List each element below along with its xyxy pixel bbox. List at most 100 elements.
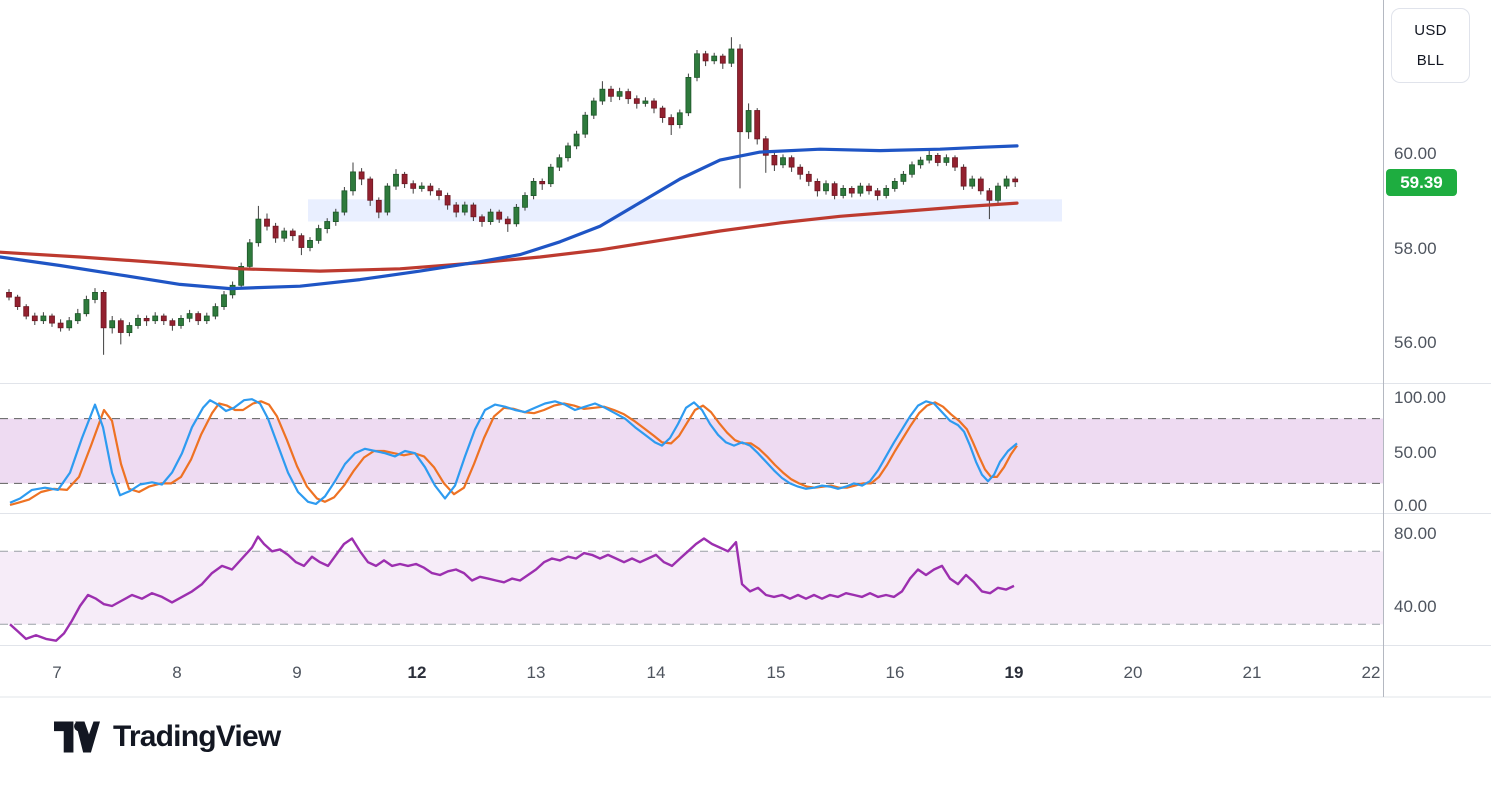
candle-up (591, 101, 596, 115)
candle-up (892, 181, 897, 188)
candle-up (385, 186, 390, 212)
candle-up (858, 186, 863, 193)
candle-up (84, 300, 89, 314)
tradingview-logo-icon (54, 721, 100, 753)
candle-down (953, 158, 958, 167)
time-axis-label: 15 (767, 663, 786, 682)
candle-up (884, 188, 889, 195)
candle-up (712, 56, 717, 61)
candle-down (849, 188, 854, 193)
candle-up (93, 292, 98, 299)
candle-down (196, 314, 201, 321)
candle-down (290, 231, 295, 236)
time-axis-label: 7 (52, 663, 61, 682)
candle-up (643, 101, 648, 103)
stoch-axis-label: 50.00 (1394, 443, 1437, 462)
candle-down (738, 49, 743, 132)
candle-up (308, 240, 313, 247)
candle-down (832, 184, 837, 196)
tradingview-chart-screenshot: 60.00 58.00 56.00 100.00 50.00 0.00 80.00 40.00… (0, 0, 1491, 785)
candle-down (265, 219, 270, 226)
tradingview-logo[interactable]: TradingView (54, 720, 280, 754)
candle-up (746, 111, 751, 132)
candle-down (987, 191, 992, 201)
candle-up (325, 222, 330, 229)
candle-down (505, 219, 510, 224)
candle-down (161, 316, 166, 321)
candle-up (531, 181, 536, 195)
candle-down (815, 181, 820, 190)
candle-down (497, 212, 502, 219)
candle-up (187, 314, 192, 319)
stoch-band (0, 419, 1384, 484)
tradingview-logo-text: TradingView (113, 720, 280, 754)
time-axis-label: 12 (408, 663, 427, 682)
price-axis-label: 58.00 (1394, 239, 1437, 258)
last-price-badge: 59.39 (1386, 169, 1457, 196)
candle-up (153, 316, 158, 321)
candle-up (918, 160, 923, 165)
candle-down (540, 181, 545, 183)
candle-up (204, 316, 209, 321)
time-axis-label: 21 (1243, 663, 1262, 682)
candle-down (454, 205, 459, 212)
candle-up (282, 231, 287, 238)
price-scale-unit-box[interactable]: USD BLL (1391, 8, 1470, 83)
candle-down (660, 108, 665, 118)
time-axis-label: 22 (1362, 663, 1381, 682)
candle-up (910, 165, 915, 175)
candle-up (256, 219, 261, 243)
candle-up (213, 307, 218, 317)
chart-canvas[interactable]: 60.00 58.00 56.00 100.00 50.00 0.00 80.00 40.00… (0, 0, 1491, 698)
candle-up (110, 321, 115, 328)
candle-up (222, 295, 227, 307)
candle-up (1004, 179, 1009, 186)
stoch-axis-label: 0.00 (1394, 496, 1427, 515)
candle-up (841, 188, 846, 195)
unit-label: BLL (1417, 52, 1445, 69)
candle-down (669, 118, 674, 125)
candle-up (600, 89, 605, 101)
candle-down (7, 292, 12, 297)
rsi-band (0, 551, 1384, 624)
time-axis-label: 14 (647, 663, 666, 682)
price-axis-label: 56.00 (1394, 333, 1437, 352)
candle-down (376, 200, 381, 212)
candle-up (970, 179, 975, 186)
candle-up (333, 212, 338, 222)
time-axis-label: 8 (172, 663, 181, 682)
candle-down (789, 158, 794, 167)
stoch-axis-label: 100.00 (1394, 388, 1446, 407)
candle-up (686, 77, 691, 112)
candle-up (944, 158, 949, 163)
candle-up (927, 155, 932, 160)
candle-up (41, 316, 46, 321)
candle-up (136, 318, 141, 325)
candle-down (402, 174, 407, 183)
candle-down (32, 316, 37, 321)
candle-down (437, 191, 442, 196)
candle-up (394, 174, 399, 186)
rsi-axis-label: 80.00 (1394, 524, 1437, 543)
candle-up (342, 191, 347, 212)
candle-down (626, 92, 631, 99)
candle-down (50, 316, 55, 323)
candle-up (351, 172, 356, 191)
candle-up (523, 196, 528, 208)
candle-up (419, 186, 424, 188)
candle-up (75, 314, 80, 321)
candle-down (978, 179, 983, 191)
candle-down (935, 155, 940, 162)
price-axis-label: 60.00 (1394, 144, 1437, 163)
candle-down (480, 217, 485, 222)
candle-down (428, 186, 433, 191)
candle-up (583, 115, 588, 134)
candle-down (368, 179, 373, 200)
time-axis-label: 20 (1124, 663, 1143, 682)
candle-down (299, 236, 304, 248)
rsi-axis-label: 40.00 (1394, 597, 1437, 616)
candle-down (144, 318, 149, 320)
candle-up (574, 134, 579, 146)
candle-down (961, 167, 966, 186)
candle-up (781, 158, 786, 165)
